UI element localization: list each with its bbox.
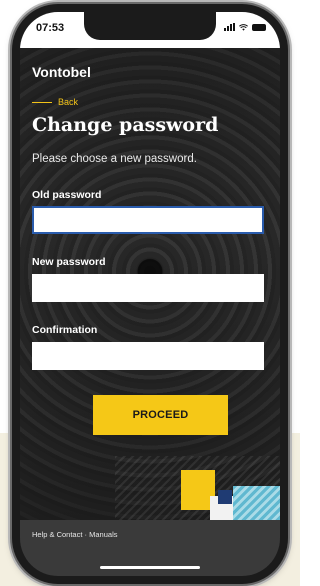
battery-icon	[252, 23, 266, 31]
status-time: 07:53	[36, 22, 65, 34]
status-bar: 07:53	[20, 12, 280, 48]
proceed-button[interactable]: PROCEED	[93, 395, 228, 435]
brand-logo: Vontobel	[32, 64, 91, 80]
help-contact-link[interactable]: Help & Contact	[32, 530, 82, 539]
signal-icon	[224, 23, 235, 31]
notch	[84, 12, 216, 40]
new-password-field[interactable]	[32, 274, 264, 302]
page-title: Change password	[32, 114, 219, 136]
footer-links: Help & Contact · Manuals	[32, 530, 118, 539]
app-screen: 07:53 Vontobel Back Change password Plea…	[20, 12, 280, 576]
manuals-link[interactable]: Manuals	[89, 530, 117, 539]
page-subtitle: Please choose a new password.	[32, 153, 197, 165]
back-link[interactable]: Back	[32, 97, 78, 107]
home-indicator[interactable]	[100, 566, 200, 569]
back-label: Back	[58, 97, 79, 107]
footer-separator: ·	[84, 530, 88, 539]
wifi-icon	[239, 23, 248, 31]
back-line-icon	[32, 101, 52, 103]
status-icons	[224, 23, 266, 31]
old-password-field[interactable]	[32, 206, 264, 234]
decorative-graphic	[115, 456, 280, 520]
confirmation-field[interactable]	[32, 342, 264, 370]
new-password-label: New password	[32, 256, 106, 268]
confirmation-label: Confirmation	[32, 324, 98, 336]
footer: Help & Contact · Manuals	[20, 520, 280, 576]
old-password-label: Old password	[32, 189, 102, 201]
